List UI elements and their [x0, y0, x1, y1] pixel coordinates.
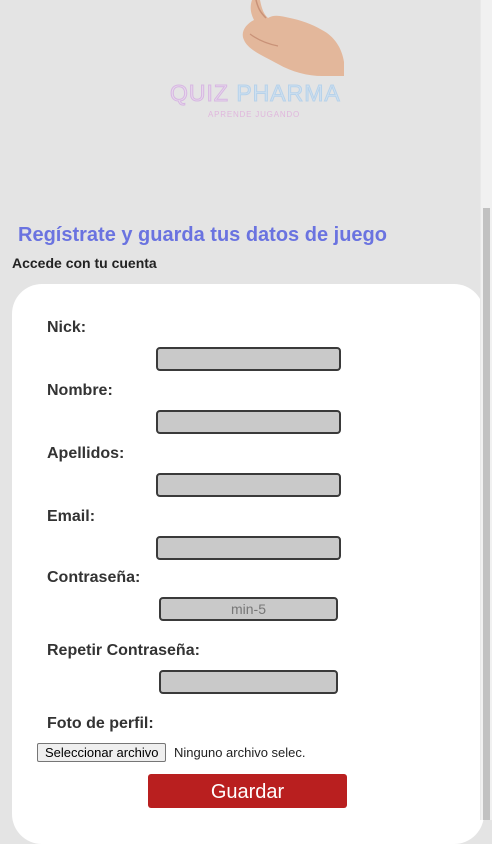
apellidos-label: Apellidos:	[47, 445, 125, 462]
logo-tagline: APRENDE JUGANDO	[208, 110, 301, 119]
repeat-password-input[interactable]	[159, 670, 338, 694]
nick-input[interactable]	[156, 347, 341, 371]
nombre-input[interactable]	[156, 410, 341, 434]
save-button[interactable]: Guardar	[148, 774, 347, 808]
vertical-scrollbar[interactable]	[480, 0, 492, 820]
photo-label: Foto de perfil:	[47, 715, 154, 732]
page-title: Regístrate y guarda tus datos de juego	[18, 224, 387, 246]
file-status-text: Ninguno archivo selec.	[174, 745, 306, 760]
hero-banner: QUIZ PHARMA APRENDE JUGANDO	[0, 0, 481, 200]
repeat-password-label: Repetir Contraseña:	[47, 642, 200, 659]
choose-file-button[interactable]: Seleccionar archivo	[37, 743, 167, 762]
email-input[interactable]	[156, 536, 341, 560]
logo-title: QUIZ PHARMA	[170, 80, 341, 107]
password-input[interactable]	[159, 597, 338, 621]
email-label: Email:	[47, 508, 96, 525]
page-subtitle: Accede con tu cuenta	[12, 255, 157, 271]
pointing-hand-image	[242, 0, 344, 76]
password-label: Contraseña:	[47, 569, 141, 586]
nombre-label: Nombre:	[47, 382, 113, 399]
nick-label: Nick:	[47, 319, 87, 336]
apellidos-input[interactable]	[156, 473, 341, 497]
scrollbar-thumb[interactable]	[483, 208, 490, 820]
